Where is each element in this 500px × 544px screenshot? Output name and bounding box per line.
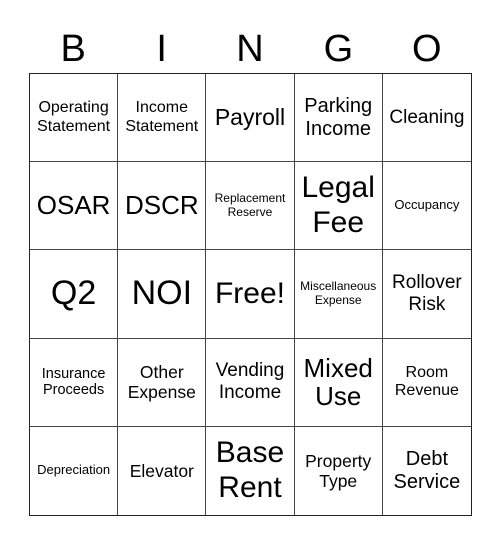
bingo-cell[interactable]: Base Rent [206,426,295,515]
bingo-cell[interactable]: Property Type [295,426,383,515]
bingo-cell[interactable]: Mixed Use [294,338,383,427]
bingo-cell[interactable]: Parking Income [294,74,383,163]
bingo-cell[interactable]: Elevator [118,426,207,515]
bingo-cell[interactable]: Payroll [206,74,295,163]
bingo-cell[interactable]: Debt Service [383,427,471,515]
bingo-cell[interactable]: Miscellaneous Expense [294,250,383,339]
bingo-cell[interactable]: Operating Statement [30,74,119,163]
bingo-cell[interactable]: Legal Fee [294,162,383,251]
header-letter-b: B [60,28,86,70]
header-letter-n: N [236,28,264,70]
header-letter-o: O [412,28,442,70]
bingo-cell[interactable]: Income Statement [118,74,207,163]
bingo-cell[interactable]: Depreciation [30,426,119,515]
bingo-cell[interactable]: Cleaning [382,74,471,163]
bingo-cell[interactable]: NOI [118,250,207,339]
header-letter-g: G [323,28,354,70]
header-letter-i: I [156,28,167,70]
bingo-header: B I N G O [29,26,471,72]
free-space-cell[interactable]: Free! [206,250,295,339]
bingo-cell[interactable]: Other Expense [118,338,207,427]
bingo-cell[interactable]: Insurance Proceeds [30,338,119,427]
bingo-cell[interactable]: OSAR [30,162,119,251]
bingo-cell[interactable]: Rollover Risk [382,250,471,339]
bingo-cell[interactable]: Vending Income [206,338,295,427]
bingo-cell[interactable]: Q2 [30,250,119,339]
bingo-cell[interactable]: Room Revenue [382,339,471,427]
bingo-cell[interactable]: Replacement Reserve [206,162,295,251]
bingo-grid: Operating Statement Income Statement Pay… [29,73,472,516]
bingo-cell[interactable]: Occupancy [382,162,471,251]
bingo-cell[interactable]: DSCR [118,162,207,251]
